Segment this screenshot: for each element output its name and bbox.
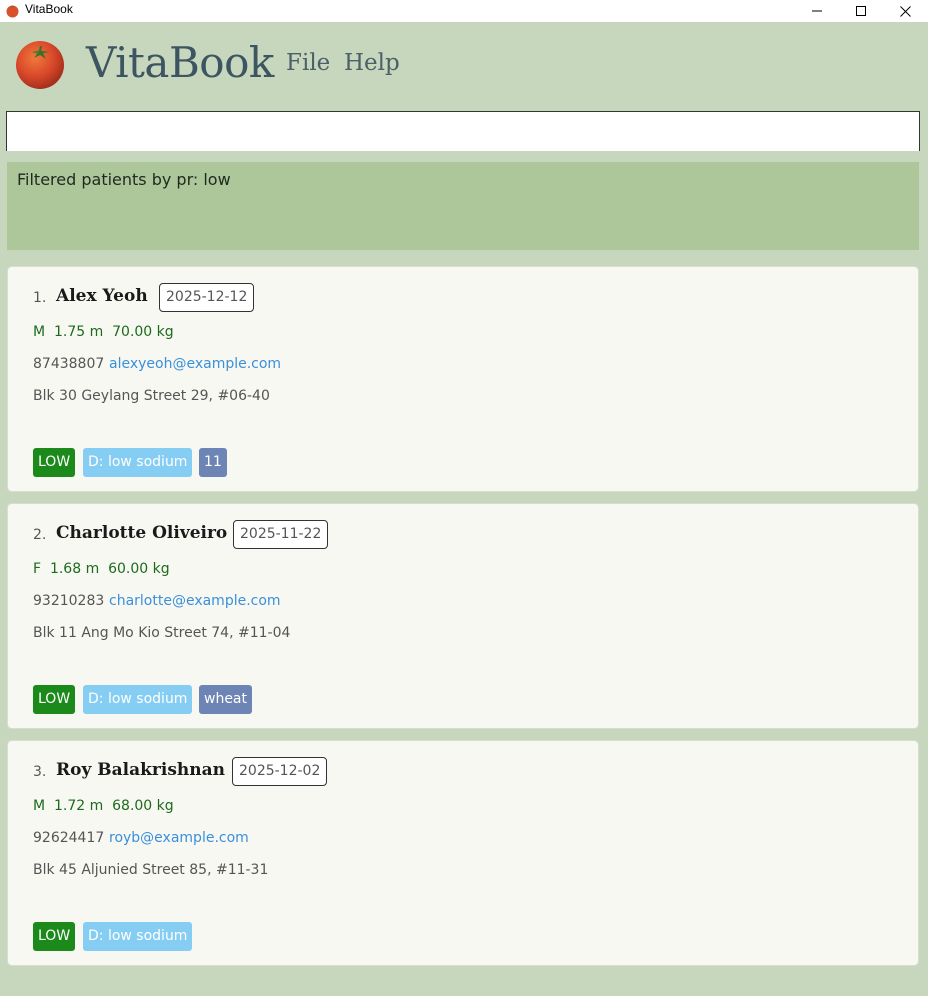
appointment-date-badge: 2025-12-02	[232, 757, 328, 786]
patient-name: Alex Yeoh	[56, 286, 148, 306]
patient-tag: wheat	[199, 685, 253, 714]
app-brand-title: VitaBook	[86, 38, 274, 87]
result-display: Filtered patients by pr: low	[7, 162, 919, 250]
patient-email[interactable]: alexyeoh@example.com	[109, 356, 281, 372]
tomato-logo-icon	[16, 41, 64, 89]
patient-phone: 93210283	[33, 593, 105, 609]
patient-card[interactable]: 1. Alex Yeoh 2025-12-12 M 1.75 m 70.00 k…	[7, 266, 919, 492]
patient-address: Blk 11 Ang Mo Kio Street 74, #11-04	[33, 625, 291, 641]
patient-card[interactable]: 3. Roy Balakrishnan 2025-12-02 M 1.72 m …	[7, 740, 919, 966]
patient-index: 3.	[33, 764, 47, 780]
patient-vitals: M 1.75 m 70.00 kg	[33, 324, 174, 340]
result-message: Filtered patients by pr: low	[17, 170, 231, 189]
menu-help[interactable]: Help	[344, 50, 400, 76]
minimize-icon	[812, 10, 822, 12]
minimize-button[interactable]	[794, 0, 840, 22]
window-titlebar: VitaBook	[0, 0, 928, 22]
patient-phone: 92624417	[33, 830, 105, 846]
priority-tag: LOW	[33, 922, 76, 951]
patient-address: Blk 30 Geylang Street 29, #06-40	[33, 388, 270, 404]
close-button[interactable]	[882, 0, 928, 22]
diet-tag: D: low sodium	[83, 922, 193, 951]
appointment-date-badge: 2025-12-12	[159, 283, 255, 312]
diet-tag: D: low sodium	[83, 448, 193, 477]
close-icon	[899, 5, 911, 17]
patient-email[interactable]: charlotte@example.com	[109, 593, 281, 609]
patient-vitals: M 1.72 m 68.00 kg	[33, 798, 174, 814]
maximize-icon	[856, 6, 866, 16]
patient-tag: 11	[199, 448, 227, 477]
priority-tag: LOW	[33, 685, 76, 714]
patient-index: 1.	[33, 290, 47, 306]
patient-phone: 87438807	[33, 356, 105, 372]
tomato-icon	[6, 5, 19, 18]
patient-address: Blk 45 Aljunied Street 85, #11-31	[33, 862, 269, 878]
command-input[interactable]	[6, 111, 920, 151]
appointment-date-badge: 2025-11-22	[233, 520, 329, 549]
diet-tag: D: low sodium	[83, 685, 193, 714]
maximize-button[interactable]	[838, 0, 884, 22]
menu-file[interactable]: File	[286, 50, 330, 76]
window-title: VitaBook	[25, 2, 73, 16]
patient-card[interactable]: 2. Charlotte Oliveiro 2025-11-22 F 1.68 …	[7, 503, 919, 729]
priority-tag: LOW	[33, 448, 76, 477]
patient-name: Charlotte Oliveiro	[56, 523, 228, 543]
patient-name: Roy Balakrishnan	[56, 760, 225, 780]
patient-index: 2.	[33, 527, 47, 543]
patient-vitals: F 1.68 m 60.00 kg	[33, 561, 170, 577]
patient-email[interactable]: royb@example.com	[109, 830, 249, 846]
